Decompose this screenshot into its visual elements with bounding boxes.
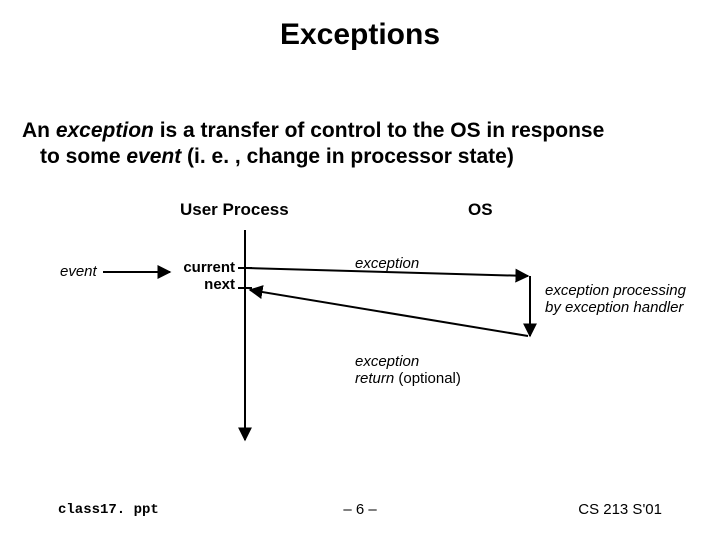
text-fragment: return (355, 370, 394, 387)
text-line: exception processing (545, 282, 686, 299)
text-fragment: exception (355, 353, 419, 370)
text-fragment: is a transfer of control to the OS in re… (154, 119, 604, 142)
text-line: by exception handler (545, 299, 686, 316)
label-exception-processing: exception processing by exception handle… (545, 282, 686, 316)
slide-title: Exceptions (0, 18, 720, 52)
label-next: next (180, 276, 235, 293)
slide: Exceptions An exception is a transfer of… (0, 0, 720, 540)
label-current: current (180, 259, 235, 276)
text-fragment: An (22, 119, 56, 142)
label-exception-return: exception return (optional) (355, 353, 461, 387)
label-os: OS (468, 200, 493, 220)
text-fragment: (optional) (394, 370, 461, 387)
label-event: event (60, 263, 97, 280)
label-exception: exception (355, 255, 419, 272)
definition-text: An exception is a transfer of control to… (22, 118, 698, 171)
term-exception: exception (56, 119, 154, 142)
footer-course: CS 213 S'01 (578, 501, 662, 518)
text-fragment: (i. e. , change in processor state) (181, 145, 514, 168)
text-fragment: to some (40, 145, 126, 168)
label-user-process: User Process (180, 200, 289, 220)
term-event: event (126, 145, 181, 168)
exception-return-arrow (250, 290, 528, 336)
